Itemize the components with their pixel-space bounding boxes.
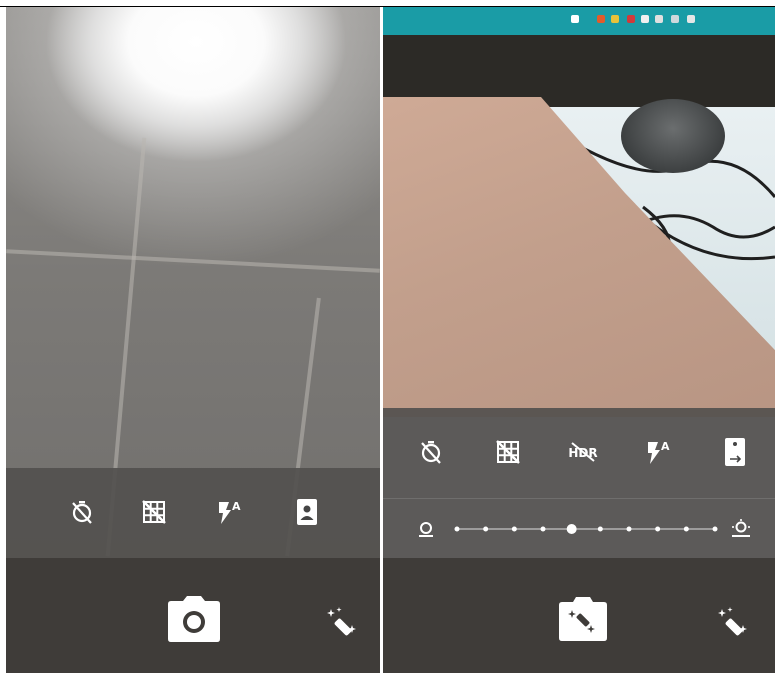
speaker-in-view bbox=[621, 99, 725, 173]
flash-auto-badge: A bbox=[661, 440, 670, 453]
magic-wand-icon[interactable] bbox=[713, 602, 753, 642]
effects-camera-icon[interactable] bbox=[557, 594, 609, 644]
exposure-tick[interactable] bbox=[597, 526, 603, 532]
flash-auto-icon[interactable]: A bbox=[214, 496, 246, 528]
exposure-slider[interactable] bbox=[451, 519, 721, 539]
exposure-tick[interactable] bbox=[483, 526, 489, 532]
camera-screen-left: A bbox=[6, 7, 380, 673]
settings-bar-left: A bbox=[6, 468, 380, 558]
grid-off-icon[interactable] bbox=[492, 436, 524, 468]
exposure-tick[interactable] bbox=[655, 526, 661, 532]
camera-screen-right: HDR A bbox=[383, 7, 775, 673]
exposure-tick[interactable] bbox=[626, 526, 632, 532]
settings-bar-right: HDR A bbox=[383, 408, 775, 498]
timer-off-icon[interactable] bbox=[66, 496, 98, 528]
exposure-tick[interactable] bbox=[511, 526, 517, 532]
hdr-off-icon[interactable]: HDR bbox=[565, 436, 601, 468]
exposure-tick[interactable] bbox=[454, 526, 460, 532]
exposure-low-icon[interactable] bbox=[413, 517, 439, 541]
exposure-tick[interactable] bbox=[540, 526, 546, 532]
exposure-tick[interactable] bbox=[683, 526, 689, 532]
exposure-thumb[interactable] bbox=[566, 524, 577, 534]
flash-auto-icon[interactable]: A bbox=[643, 436, 675, 468]
grid-off-icon[interactable] bbox=[138, 496, 170, 528]
capture-bar-left bbox=[6, 558, 380, 673]
flash-auto-badge: A bbox=[232, 500, 241, 513]
monitor-in-view bbox=[383, 7, 775, 107]
shutter-button[interactable] bbox=[166, 594, 222, 644]
taskbar-in-view bbox=[383, 7, 775, 35]
exposure-high-icon[interactable] bbox=[727, 517, 755, 541]
switch-camera-icon[interactable] bbox=[719, 436, 751, 468]
capture-bar-right bbox=[383, 558, 775, 673]
timer-off-icon[interactable] bbox=[415, 436, 447, 468]
exposure-tick[interactable] bbox=[712, 526, 718, 532]
switch-camera-icon[interactable] bbox=[291, 496, 323, 528]
exposure-bar bbox=[383, 498, 775, 559]
magic-wand-icon[interactable] bbox=[322, 602, 362, 642]
